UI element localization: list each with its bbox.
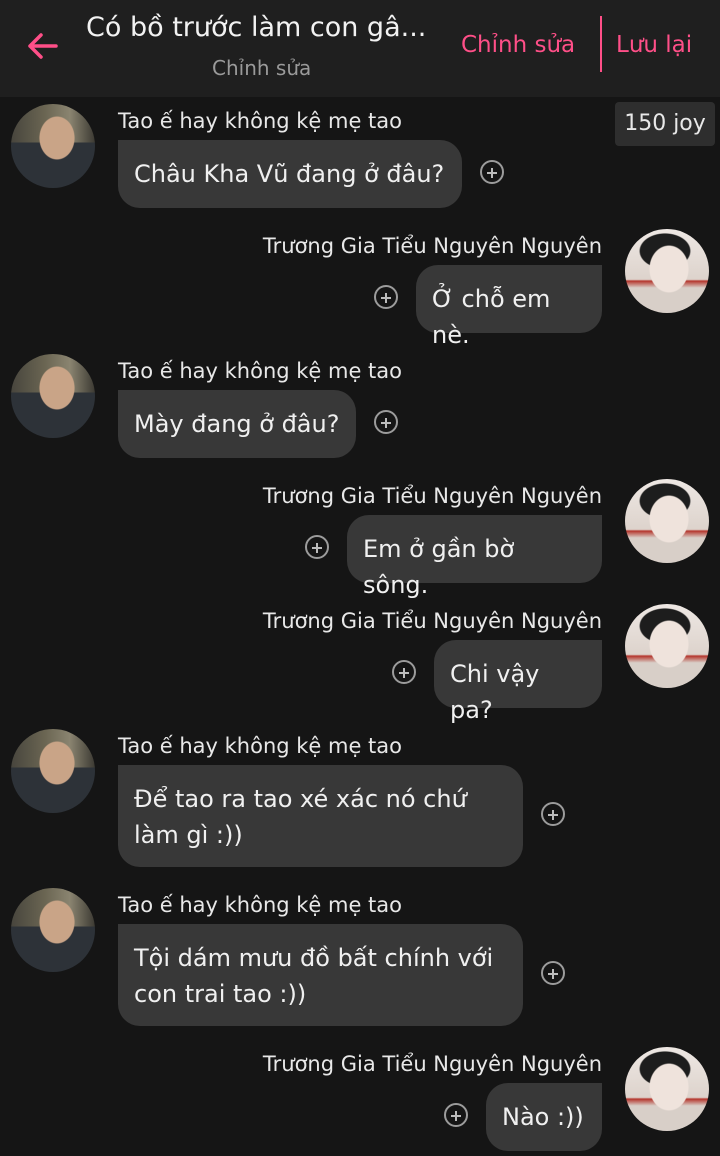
message-text: Châu Kha Vũ đang ở đâu? bbox=[134, 160, 445, 188]
sender-name: Tao ế hay không kệ mẹ tao bbox=[118, 109, 403, 133]
sender-name: Tao ế hay không kệ mẹ tao bbox=[118, 734, 403, 758]
sender-name: Trương Gia Tiểu Nguyên Nguyên bbox=[262, 609, 602, 633]
add-reaction-icon[interactable] bbox=[541, 802, 565, 826]
sender-avatar[interactable] bbox=[11, 729, 95, 813]
sender-avatar[interactable] bbox=[625, 604, 709, 688]
message-bubble[interactable]: Châu Kha Vũ đang ở đâu? bbox=[118, 140, 462, 208]
sender-avatar[interactable] bbox=[11, 888, 95, 972]
message-text-line: Để tao ra tao xé xác nó chứ bbox=[134, 785, 467, 813]
add-reaction-icon[interactable] bbox=[444, 1103, 468, 1127]
message-text: Nào :)) bbox=[502, 1103, 584, 1131]
header-divider bbox=[600, 16, 602, 72]
message-text: Ở chỗ em nè. bbox=[432, 285, 551, 349]
joy-badge: 150 joy bbox=[615, 102, 715, 146]
message-bubble[interactable]: Ở chỗ em nè. bbox=[416, 265, 602, 349]
sender-avatar[interactable] bbox=[11, 104, 95, 188]
message-bubble[interactable]: Em ở gần bờ sông. bbox=[347, 515, 602, 599]
message-text-line: làm gì :)) bbox=[134, 821, 243, 849]
sender-avatar[interactable] bbox=[625, 479, 709, 563]
add-reaction-icon[interactable] bbox=[305, 535, 329, 559]
sender-avatar[interactable] bbox=[625, 229, 709, 313]
message-bubble[interactable]: Nào :)) bbox=[486, 1083, 602, 1151]
sender-name: Trương Gia Tiểu Nguyên Nguyên bbox=[262, 484, 602, 508]
message-text-line: Tội dám mưu đồ bất chính với bbox=[134, 944, 494, 972]
message-text: Em ở gần bờ sông. bbox=[363, 535, 515, 599]
message-bubble[interactable]: Chi vậy pa? bbox=[434, 640, 602, 724]
story-subtitle: Chỉnh sửa bbox=[212, 56, 312, 80]
sender-name: Trương Gia Tiểu Nguyên Nguyên bbox=[262, 234, 602, 258]
message-text: Chi vậy pa? bbox=[450, 660, 540, 724]
message-text: Mày đang ở đâu? bbox=[134, 410, 340, 438]
add-reaction-icon[interactable] bbox=[392, 660, 416, 684]
story-title: Có bồ trước làm con gâ... bbox=[86, 12, 427, 43]
sender-avatar[interactable] bbox=[11, 354, 95, 438]
sender-name: Tao ế hay không kệ mẹ tao bbox=[118, 893, 403, 917]
add-reaction-icon[interactable] bbox=[480, 160, 504, 184]
top-bar: Có bồ trước làm con gâ... Chỉnh sửa Chỉn… bbox=[0, 0, 720, 97]
add-reaction-icon[interactable] bbox=[374, 285, 398, 309]
save-button[interactable]: Lưu lại bbox=[616, 32, 692, 58]
sender-avatar[interactable] bbox=[625, 1047, 709, 1131]
sender-name: Tao ế hay không kệ mẹ tao bbox=[118, 359, 403, 383]
message-bubble[interactable]: Để tao ra tao xé xác nó chứ làm gì :)) bbox=[118, 765, 523, 867]
edit-button[interactable]: Chỉnh sửa bbox=[461, 32, 575, 58]
back-arrow-icon[interactable] bbox=[22, 26, 62, 66]
add-reaction-icon[interactable] bbox=[541, 961, 565, 985]
sender-name: Trương Gia Tiểu Nguyên Nguyên bbox=[262, 1052, 602, 1076]
message-bubble[interactable]: Tội dám mưu đồ bất chính với con trai ta… bbox=[118, 924, 523, 1026]
add-reaction-icon[interactable] bbox=[374, 410, 398, 434]
message-text-line: con trai tao :)) bbox=[134, 980, 307, 1008]
message-bubble[interactable]: Mày đang ở đâu? bbox=[118, 390, 356, 458]
